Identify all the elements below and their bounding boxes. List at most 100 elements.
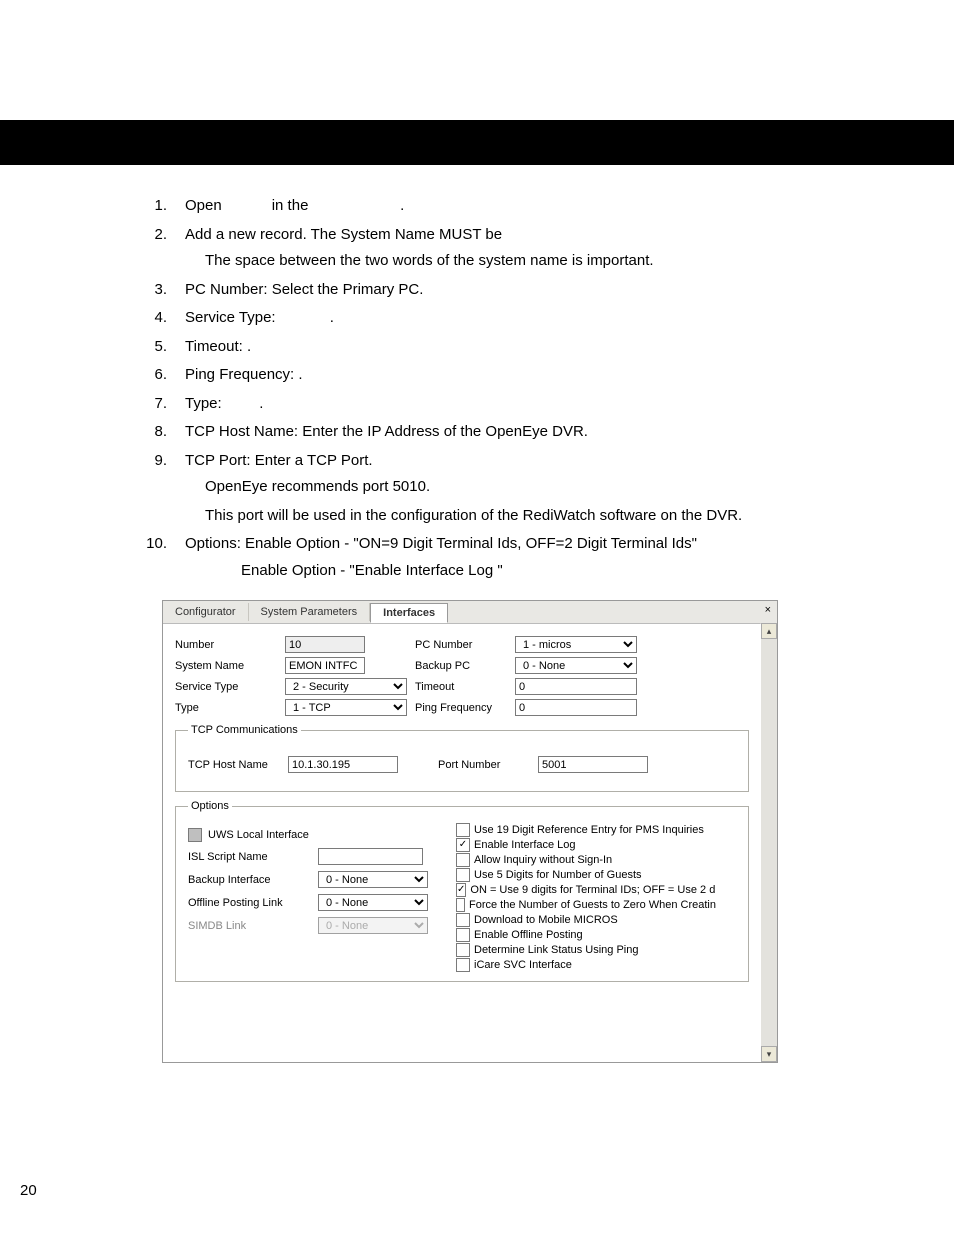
t: .	[330, 309, 334, 326]
t: Open	[185, 197, 222, 214]
option-check-label: Download to Mobile MICROS	[474, 914, 618, 926]
header-black-bar	[0, 120, 954, 165]
form-panel: Number PC Number 1 - micros System Name …	[163, 624, 761, 1062]
label-backup-if: Backup Interface	[188, 874, 318, 886]
scroll-up-icon[interactable]: ▴	[761, 623, 777, 639]
option-checkbox[interactable]	[456, 823, 470, 837]
option-check-line: Use 19 Digit Reference Entry for PMS Inq…	[456, 823, 716, 837]
step-8: 8. TCP Host Name: Enter the IP Address o…	[165, 421, 894, 444]
uws-checkbox[interactable]	[188, 828, 202, 842]
close-icon[interactable]: ×	[765, 604, 771, 616]
tcp-host-field[interactable]	[288, 756, 398, 773]
step-text: Timeout: .	[185, 338, 251, 355]
option-check-label: Determine Link Status Using Ping	[474, 944, 638, 956]
type-select[interactable]: 1 - TCP	[285, 699, 407, 716]
option-check-line: Force the Number of Guests to Zero When …	[456, 898, 716, 912]
step-number: 9.	[137, 450, 167, 473]
row-type: Type 1 - TCP Ping Frequency	[175, 699, 749, 716]
step-3: 3. PC Number: Select the Primary PC.	[165, 279, 894, 302]
row-offline: Offline Posting Link 0 - None	[188, 894, 438, 911]
top-spacer	[0, 0, 954, 120]
step-9: 9. TCP Port: Enter a TCP Port. OpenEye r…	[165, 450, 894, 528]
step-10: 10. Options: Enable Option - "ON=9 Digit…	[165, 533, 894, 582]
option-checkbox[interactable]	[456, 853, 470, 867]
label-simdb: SIMDB Link	[188, 920, 318, 932]
options-flex: UWS Local Interface ISL Script Name Back…	[188, 822, 736, 973]
row-system-name: System Name Backup PC 0 - None	[175, 657, 749, 674]
offline-posting-select[interactable]: 0 - None	[318, 894, 428, 911]
simdb-select: 0 - None	[318, 917, 428, 934]
option-check-label: Enable Interface Log	[474, 839, 576, 851]
option-check-line: ✓ Enable Interface Log	[456, 838, 716, 852]
step-text: Open in the .	[185, 197, 404, 214]
t: .	[259, 395, 263, 412]
ping-frequency-field[interactable]	[515, 699, 637, 716]
backup-pc-select[interactable]: 0 - None	[515, 657, 637, 674]
label-ping-frequency: Ping Frequency	[415, 702, 515, 714]
options-group: Options UWS Local Interface ISL Script N…	[175, 800, 749, 982]
label-type: Type	[175, 702, 285, 714]
panel-footer	[175, 982, 749, 1052]
option-checkbox[interactable]	[456, 868, 470, 882]
label-pc-number: PC Number	[415, 639, 515, 651]
row-service-type: Service Type 2 - Security Timeout	[175, 678, 749, 695]
option-check-line: ✓ ON = Use 9 digits for Terminal IDs; OFF…	[456, 883, 716, 897]
step-text: PC Number: Select the Primary PC.	[185, 281, 423, 298]
option-check-line: Allow Inquiry without Sign-In	[456, 853, 716, 867]
label-number: Number	[175, 639, 285, 651]
steps-list: 1. Open in the . 2. Add a new record. Th…	[60, 195, 894, 582]
step-number: 6.	[137, 364, 167, 387]
row-isl: ISL Script Name	[188, 848, 438, 865]
t: Service Type:	[185, 309, 276, 326]
service-type-select[interactable]: 2 - Security	[285, 678, 407, 695]
step-text: TCP Port: Enter a TCP Port.	[185, 452, 373, 469]
timeout-field[interactable]	[515, 678, 637, 695]
step-4: 4. Service Type: .	[165, 307, 894, 330]
t: in the	[272, 197, 309, 214]
option-checkbox[interactable]	[456, 913, 470, 927]
label-uws: UWS Local Interface	[208, 829, 309, 841]
tab-system-parameters[interactable]: System Parameters	[249, 603, 371, 621]
option-check-label: Use 19 Digit Reference Entry for PMS Inq…	[474, 824, 704, 836]
step-6: 6. Ping Frequency: .	[165, 364, 894, 387]
step-number: 2.	[137, 224, 167, 247]
step-text: Type: .	[185, 395, 263, 412]
option-checkbox[interactable]: ✓	[456, 883, 466, 897]
interfaces-window: Configurator System Parameters Interface…	[162, 600, 778, 1063]
step-number: 4.	[137, 307, 167, 330]
pc-number-select[interactable]: 1 - micros	[515, 636, 637, 653]
tab-interfaces[interactable]: Interfaces	[370, 603, 448, 623]
step-text: Ping Frequency: .	[185, 366, 303, 383]
option-check-line: Determine Link Status Using Ping	[456, 943, 716, 957]
option-checkbox[interactable]	[456, 928, 470, 942]
label-service-type: Service Type	[175, 681, 285, 693]
isl-script-field[interactable]	[318, 848, 423, 865]
system-name-field[interactable]	[285, 657, 365, 674]
backup-interface-select[interactable]: 0 - None	[318, 871, 428, 888]
option-check-label: ON = Use 9 digits for Terminal IDs; OFF …	[470, 884, 716, 896]
step-2: 2. Add a new record. The System Name MUS…	[165, 224, 894, 273]
option-check-label: Force the Number of Guests to Zero When …	[469, 899, 716, 911]
label-offline: Offline Posting Link	[188, 897, 318, 909]
step-text: Options: Enable Option - "ON=9 Digit Ter…	[185, 535, 697, 552]
label-isl: ISL Script Name	[188, 851, 318, 863]
option-checkbox[interactable]	[456, 958, 470, 972]
step-sub: Enable Option - "Enable Interface Log "	[241, 560, 894, 583]
option-checkbox[interactable]	[456, 943, 470, 957]
step-sub: The space between the two words of the s…	[205, 250, 894, 273]
option-checkbox[interactable]: ✓	[456, 838, 470, 852]
scroll-down-icon[interactable]: ▾	[761, 1046, 777, 1062]
step-number: 5.	[137, 336, 167, 359]
vertical-scrollbar[interactable]: ▴ ▾	[760, 623, 777, 1062]
port-number-field[interactable]	[538, 756, 648, 773]
step-text: Service Type: .	[185, 309, 334, 326]
step-number: 1.	[137, 195, 167, 218]
number-field[interactable]	[285, 636, 365, 653]
label-port-number: Port Number	[438, 759, 538, 771]
step-text: Add a new record. The System Name MUST b…	[185, 226, 502, 243]
label-timeout: Timeout	[415, 681, 515, 693]
tab-configurator[interactable]: Configurator	[163, 603, 249, 621]
page-number: 20	[20, 1182, 37, 1199]
option-checkbox[interactable]	[456, 898, 465, 912]
row-uws: UWS Local Interface	[188, 828, 438, 842]
